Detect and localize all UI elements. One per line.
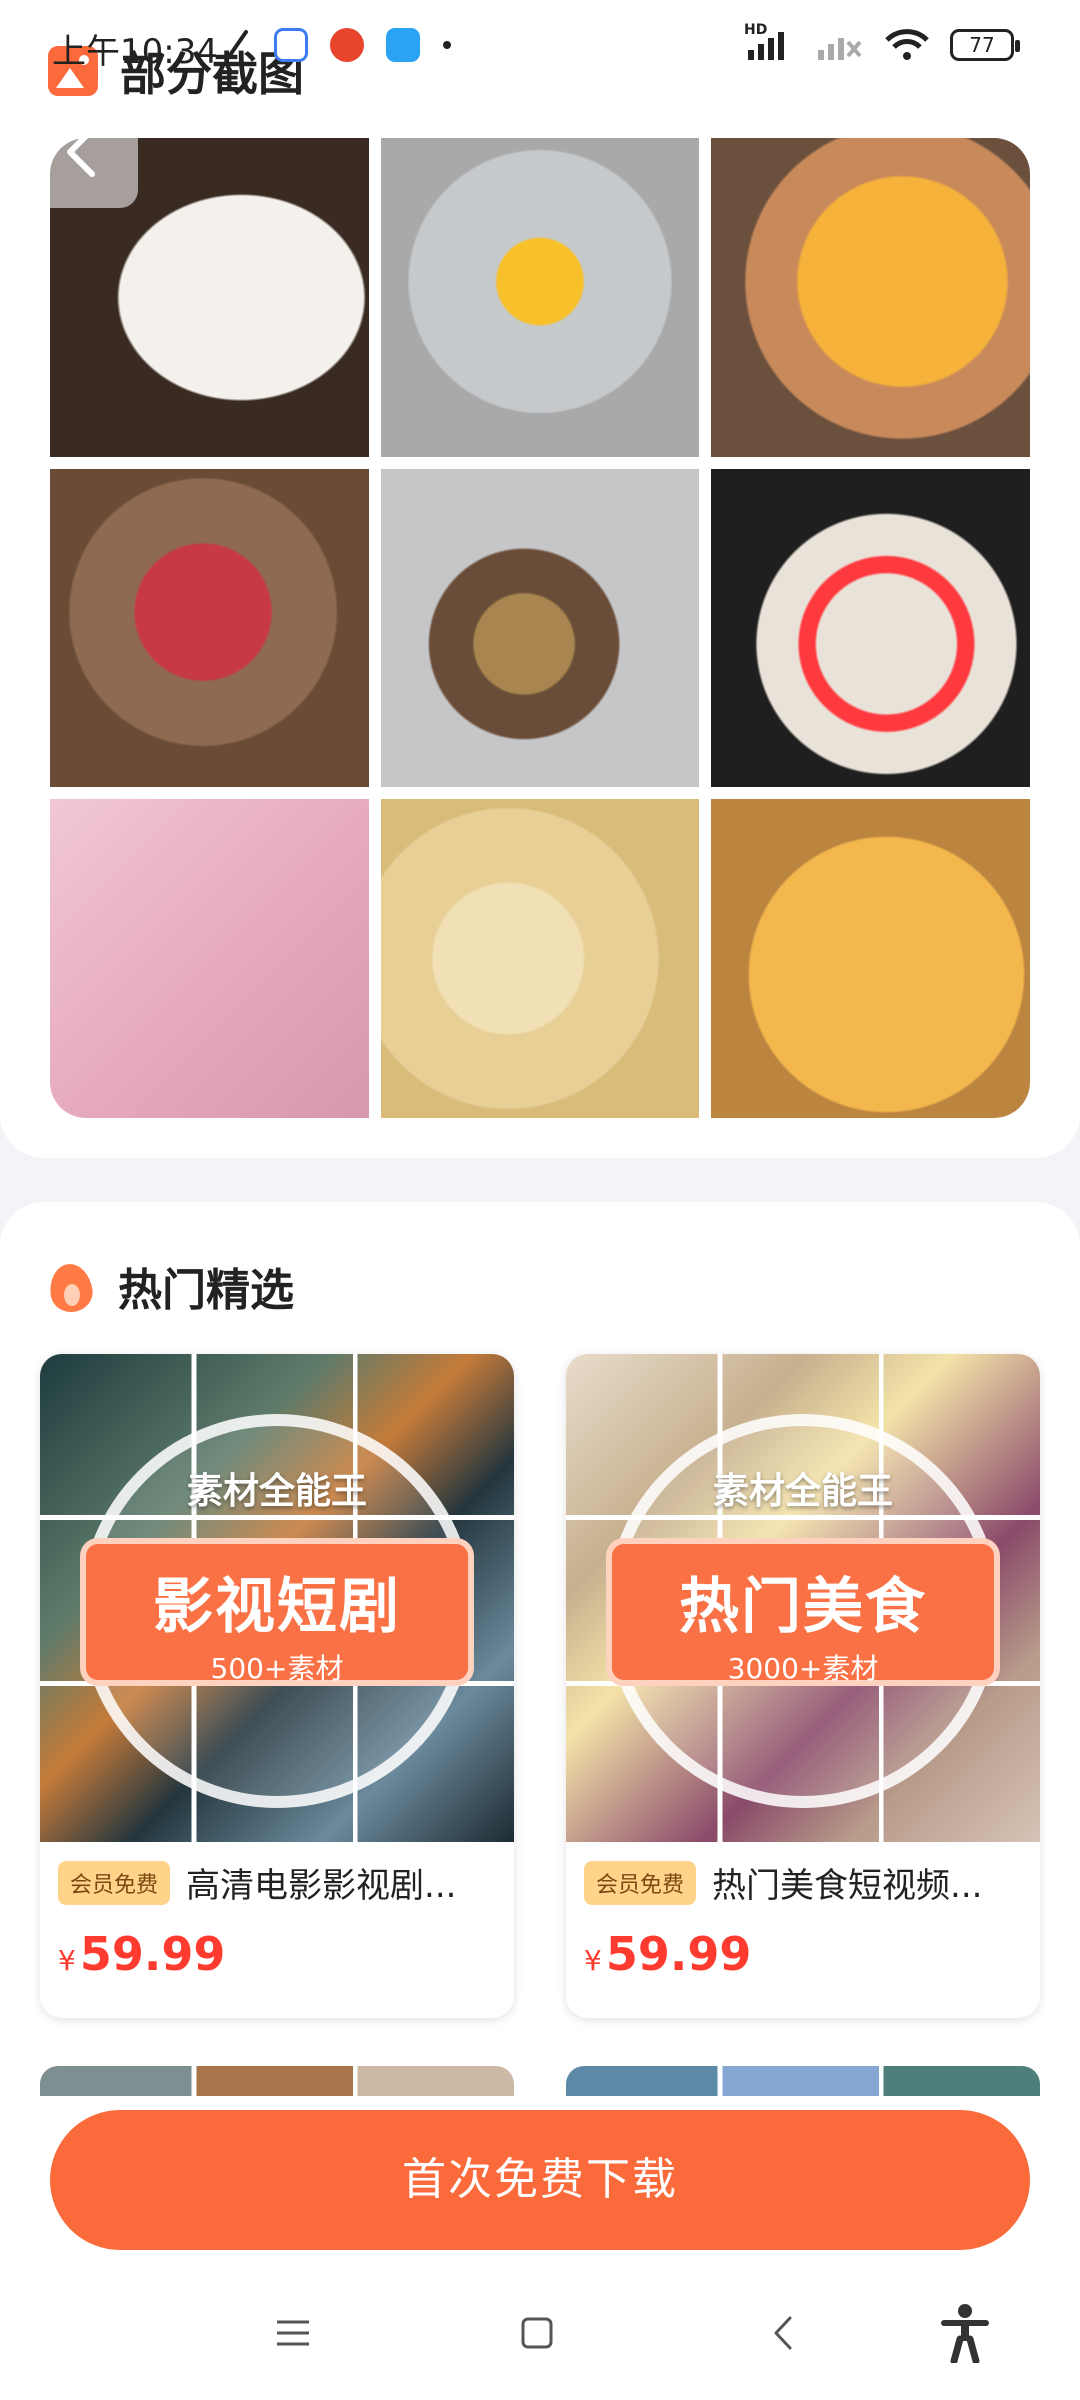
hot-picks-title: 热门精选 — [118, 1265, 294, 1316]
screenshot-thumbnail[interactable] — [380, 138, 700, 457]
square-icon — [521, 2317, 553, 2349]
cover-title: 影视短剧 — [153, 1572, 401, 1642]
hot-picks-header: 热门精选 — [46, 1254, 294, 1318]
screenshot-thumbnail[interactable] — [711, 799, 1030, 1118]
screenshot-thumbnail[interactable] — [380, 799, 700, 1118]
status-bar: 上午10:34 HD 77 — [0, 0, 1080, 100]
accessibility-icon — [941, 2304, 989, 2363]
screenshot-thumbnail[interactable] — [50, 799, 369, 1118]
screenshot-thumbnail[interactable] — [711, 468, 1030, 788]
screenshots-card: 部分截图 — [0, 0, 1080, 1158]
screenshot-grid — [50, 138, 1030, 1118]
app-notification-icon — [386, 28, 420, 62]
vip-free-badge: 会员免费 — [58, 1860, 171, 1905]
screenshot-thumbnail[interactable] — [380, 468, 700, 788]
cover-brand: 素材全能王 — [186, 1471, 367, 1512]
signal-weak-icon — [818, 38, 862, 60]
cover-title: 热门美食 — [679, 1572, 927, 1642]
product-title: 热门美食短视频... — [712, 1866, 983, 1906]
app-notification-icon — [274, 28, 308, 62]
back-button[interactable] — [26, 96, 138, 208]
screenshot-thumbnail[interactable] — [50, 468, 369, 788]
chevron-left-icon — [67, 127, 95, 177]
app-notification-icon — [330, 28, 364, 62]
back-icon — [774, 2316, 792, 2350]
notification-icons — [222, 28, 452, 62]
vip-free-badge: 会员免费 — [584, 1860, 697, 1905]
product-card-peek[interactable] — [566, 2066, 1040, 2096]
free-download-button[interactable]: 首次免费下载 — [50, 2110, 1030, 2250]
product-card[interactable]: 素材全能王 影视短剧 500+素材 会员免费 高清电影影视剧... ¥ 59.9… — [40, 1354, 514, 2018]
accessibility-button[interactable] — [930, 2298, 1000, 2368]
cover-banner: 热门美食 3000+素材 — [606, 1538, 1000, 1686]
cover-subtitle: 3000+素材 — [727, 1652, 879, 1685]
fire-icon — [46, 1258, 96, 1314]
back-nav-button[interactable] — [748, 2298, 818, 2368]
product-title: 高清电影影视剧... — [186, 1866, 457, 1906]
product-cover: 素材全能王 影视短剧 500+素材 — [40, 1354, 514, 1842]
price-value: 59.99 — [79, 1927, 226, 1981]
system-status-icons: HD 77 — [744, 22, 1020, 62]
cover-banner: 影视短剧 500+素材 — [80, 1538, 474, 1686]
home-button[interactable] — [502, 2298, 572, 2368]
cover-subtitle: 500+素材 — [210, 1652, 344, 1685]
screenshot-thumbnail[interactable] — [711, 138, 1030, 457]
product-card[interactable]: 素材全能王 热门美食 3000+素材 会员免费 热门美食短视频... ¥ 59.… — [566, 1354, 1040, 2018]
cover-brand: 素材全能王 — [712, 1471, 893, 1512]
product-price: ¥ 59.99 — [58, 1927, 496, 1981]
product-info: 会员免费 高清电影影视剧... ¥ 59.99 — [40, 1842, 514, 2018]
network-type-label: HD — [744, 22, 768, 38]
status-time: 上午10:34 — [52, 32, 218, 72]
currency-symbol: ¥ — [58, 1944, 76, 1977]
menu-icon — [277, 2320, 309, 2346]
signal-icon: HD — [744, 22, 794, 62]
product-info: 会员免费 热门美食短视频... ¥ 59.99 — [566, 1842, 1040, 2018]
product-price: ¥ 59.99 — [584, 1927, 1022, 1981]
slash-icon — [226, 30, 248, 60]
menu-button[interactable] — [258, 2298, 328, 2368]
price-value: 59.99 — [605, 1927, 752, 1981]
product-cover: 素材全能王 热门美食 3000+素材 — [566, 1354, 1040, 1842]
battery-level: 77 — [969, 33, 995, 57]
dot-icon — [443, 41, 451, 49]
currency-symbol: ¥ — [584, 1944, 602, 1977]
battery-icon: 77 — [950, 29, 1020, 61]
product-card-peek[interactable] — [40, 2066, 514, 2096]
navigation-bar — [0, 2270, 1080, 2400]
wifi-icon — [885, 29, 929, 60]
